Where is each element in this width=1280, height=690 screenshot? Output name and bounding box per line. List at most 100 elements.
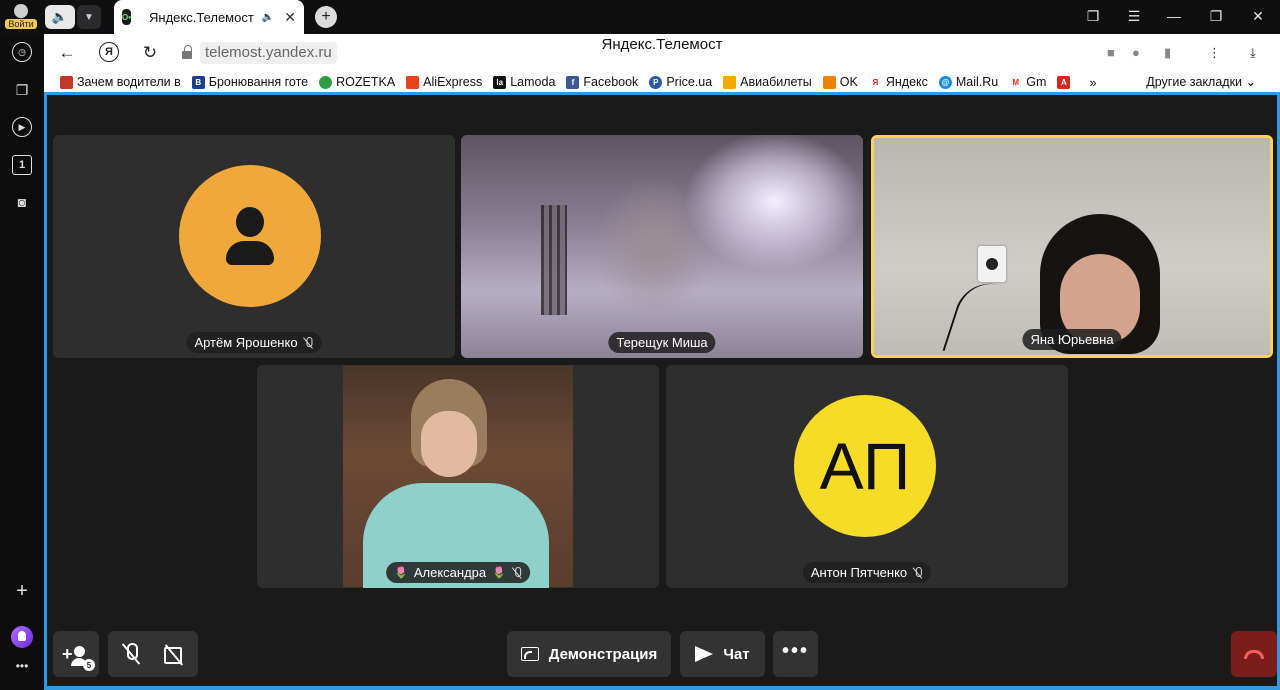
- user-icon-body: [226, 241, 274, 265]
- participant-name-badge: Антон Пятченко: [802, 562, 932, 583]
- bookmark-favicon-icon: [723, 75, 737, 89]
- add-panel-icon[interactable]: +: [12, 580, 32, 602]
- bookmark-item[interactable]: la Lamoda: [493, 75, 555, 89]
- bookmark-favicon-icon: @: [938, 75, 952, 89]
- bookmark-favicon-icon: [822, 75, 836, 89]
- call-area: Артём Ярошенко Терещук Миша Яна Юрьевна …: [44, 92, 1280, 686]
- participant-name: Артём Ярошенко: [194, 335, 298, 350]
- close-icon[interactable]: ✕: [284, 9, 296, 26]
- bookmark-favicon-icon: M: [1009, 75, 1023, 89]
- bookmark-favicon-icon: [319, 75, 333, 89]
- participant-tile[interactable]: 🌷 Александра 🌷: [257, 365, 659, 588]
- login-label: Войти: [5, 19, 37, 29]
- tab-telemost[interactable]: O• Яндекс.Телемост 🔈 ✕: [114, 0, 304, 34]
- microphone-off-icon[interactable]: [122, 643, 140, 665]
- back-arrow-icon[interactable]: ←: [56, 42, 78, 64]
- bookmark-label: Price.ua: [666, 75, 713, 89]
- bookmark-label: OK: [839, 75, 858, 89]
- more-vertical-icon[interactable]: ⋮: [1208, 45, 1221, 61]
- hang-up-button[interactable]: [1231, 631, 1277, 677]
- bookmark-item[interactable]: Я Яндекс: [868, 75, 928, 89]
- participant-name: Терещук Миша: [616, 335, 708, 350]
- participant-name: Антон Пятченко: [810, 565, 908, 580]
- screenshot-icon[interactable]: ◙: [12, 192, 32, 212]
- bookmark-item[interactable]: A: [1057, 75, 1074, 89]
- camera-off-icon[interactable]: [164, 646, 186, 664]
- tab-audio-icon[interactable]: 🔈: [262, 12, 274, 23]
- play-icon[interactable]: ▶: [12, 117, 32, 137]
- other-bookmarks[interactable]: Другие закладки ⌄: [1146, 74, 1256, 89]
- tab-title: Яндекс.Телемост: [149, 9, 254, 25]
- url-text[interactable]: telemost.yandex.ru: [200, 42, 337, 64]
- bookmark-item[interactable]: Авиабилеты: [723, 75, 812, 89]
- participant-name: Александра: [413, 565, 487, 580]
- chat-label: Чат: [723, 645, 750, 663]
- microphone-icon[interactable]: ●: [1132, 45, 1140, 60]
- bookmark-favicon-icon: A: [1057, 75, 1071, 89]
- bookmark-item[interactable]: Зачем водители в: [60, 75, 181, 89]
- participant-video: [343, 365, 573, 588]
- more-options-button[interactable]: •••: [773, 631, 818, 677]
- minimize-icon[interactable]: —: [1164, 8, 1184, 24]
- reload-icon[interactable]: ↻: [139, 42, 161, 64]
- bookmark-item[interactable]: M Gm: [1009, 75, 1046, 89]
- user-icon: [236, 207, 264, 237]
- bookmark-favicon-icon: Я: [868, 75, 882, 89]
- login-button[interactable]: Войти: [4, 2, 38, 32]
- address-input[interactable]: telemost.yandex.ru: [174, 41, 1204, 65]
- bookmark-item[interactable]: f Facebook: [566, 75, 638, 89]
- add-participant-button[interactable]: + 5: [53, 631, 99, 677]
- camera-icon[interactable]: ■: [1107, 45, 1115, 60]
- screen-share-button[interactable]: Демонстрация: [507, 631, 671, 677]
- screen-share-icon: [520, 647, 539, 661]
- more-horizontal-icon[interactable]: •••: [12, 656, 32, 676]
- flower-icon: 🌷: [492, 567, 506, 579]
- mic-off-icon: [913, 566, 923, 579]
- flower-icon: 🌷: [394, 567, 408, 579]
- bookmark-icon[interactable]: ▮: [1164, 45, 1171, 61]
- socket: [978, 246, 1006, 282]
- download-icon[interactable]: ⤓: [1250, 45, 1256, 61]
- speaker-icon[interactable]: 🔈: [45, 5, 75, 29]
- participant-tile[interactable]: АП Антон Пятченко: [666, 365, 1068, 588]
- bookmark-label: Mail.Ru: [955, 75, 999, 89]
- bookmark-item[interactable]: OK: [822, 75, 858, 89]
- participant-tile[interactable]: Терещук Миша: [461, 135, 863, 358]
- chat-button[interactable]: Чат: [680, 631, 765, 677]
- bookmark-favicon-icon: la: [493, 75, 507, 89]
- bookmark-item[interactable]: ROZETKA: [319, 75, 395, 89]
- tab-counter-icon[interactable]: 1: [12, 155, 32, 175]
- participant-video: [461, 135, 863, 358]
- bookmark-item[interactable]: P Price.ua: [649, 75, 712, 89]
- bookmark-item[interactable]: AliExpress: [406, 75, 482, 89]
- lock-icon[interactable]: [182, 45, 192, 59]
- new-tab-button[interactable]: +: [315, 6, 337, 28]
- bookmarks-overflow-icon[interactable]: »: [1089, 75, 1096, 90]
- participant-name: Яна Юрьевна: [1030, 332, 1114, 347]
- close-window-icon[interactable]: ✕: [1248, 8, 1268, 25]
- history-icon[interactable]: ◷: [12, 42, 32, 62]
- send-icon: [695, 646, 714, 662]
- yandex-icon[interactable]: Я: [99, 42, 119, 62]
- more-horizontal-icon: •••: [781, 639, 809, 662]
- bookmark-label: Яндекс: [885, 75, 928, 89]
- bookmark-favicon-icon: [60, 75, 73, 89]
- bookmark-item[interactable]: B Бронювання готе: [191, 75, 308, 89]
- participant-name-badge: Артём Ярошенко: [186, 332, 322, 353]
- participant-video: [874, 138, 1270, 355]
- menu-icon[interactable]: ☰: [1124, 8, 1144, 25]
- bookmark-panel-icon[interactable]: ❐: [1083, 8, 1103, 25]
- participant-tile-active[interactable]: Яна Юрьевна: [871, 135, 1273, 358]
- bookmark-item[interactable]: @ Mail.Ru: [938, 75, 999, 89]
- participant-tile[interactable]: Артём Ярошенко: [53, 135, 455, 358]
- avatar: [179, 165, 321, 307]
- collections-icon[interactable]: ❐: [12, 80, 32, 100]
- alice-assistant-icon[interactable]: [11, 626, 33, 648]
- restore-icon[interactable]: ❐: [1206, 8, 1226, 25]
- screen-share-label: Демонстрация: [548, 645, 658, 663]
- bookmark-label: AliExpress: [423, 75, 483, 89]
- chevron-down-icon[interactable]: ▼: [77, 5, 101, 29]
- address-bar-row: ← Я ↻ telemost.yandex.ru Яндекс.Телемост…: [44, 34, 1280, 72]
- media-controls: [108, 631, 198, 677]
- window-bars: [541, 205, 567, 315]
